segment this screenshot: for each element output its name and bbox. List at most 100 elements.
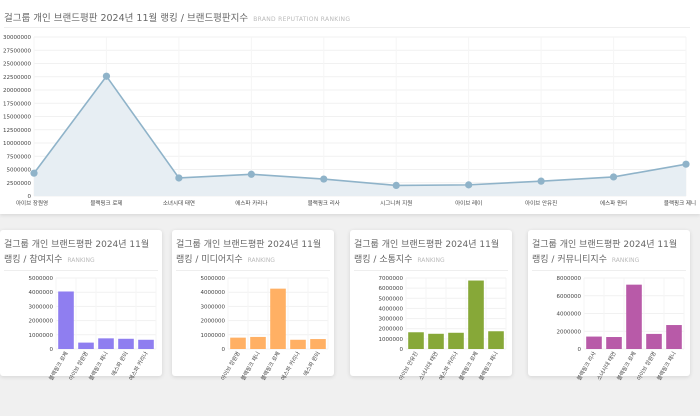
y-tick-label: 17500000 <box>3 101 31 107</box>
y-tick-label: 3000000 <box>379 317 404 323</box>
bar <box>118 338 134 349</box>
x-tick-label: 아이브 장원영 <box>219 350 242 382</box>
data-point <box>682 160 690 168</box>
x-tick-label: 소녀시대 태연 <box>417 350 440 382</box>
x-tick-label: 아이브 레이 <box>455 199 482 207</box>
bar <box>646 333 662 349</box>
data-point <box>465 181 473 189</box>
y-tick-label: 1000000 <box>201 333 226 339</box>
bar <box>666 325 682 349</box>
y-tick-label: 4000000 <box>557 312 582 318</box>
x-tick-label: 블랙핑크 제니 <box>87 350 110 382</box>
x-tick-label: 블랙핑크 로제 <box>90 199 122 207</box>
bar <box>78 342 94 349</box>
data-point <box>102 72 111 80</box>
y-tick-label: 4000000 <box>201 290 226 296</box>
y-tick-label: 5000000 <box>29 276 54 282</box>
x-tick-label: 블랙핑크 로제 <box>457 350 480 382</box>
x-tick-label: 블랙핑크 리사 <box>575 350 598 382</box>
y-tick-label: 2000000 <box>29 319 54 325</box>
bar <box>408 332 424 349</box>
bar <box>468 280 484 349</box>
y-tick-label: 5000000 <box>379 296 404 302</box>
bar <box>586 336 602 349</box>
x-tick-label: 시그니처 지원 <box>380 199 412 207</box>
communication-bar-chart: 0 1000000 2000000 3000000 4000000 5000000 6000… <box>379 276 507 382</box>
bar <box>448 332 464 349</box>
y-tick-label: 7500000 <box>7 154 32 160</box>
x-tick-label: 아이브 장원영 <box>67 350 90 382</box>
x-tick-label: 아이브 장원영 <box>635 350 658 382</box>
x-tick-label: 에스파 카리나 <box>279 350 302 382</box>
x-tick-label: 블랙핑크 로제 <box>259 350 282 382</box>
y-tick-label: 6000000 <box>379 286 404 292</box>
x-tick-label: 아이브 장원영 <box>16 199 48 207</box>
y-tick-label: 5000000 <box>7 168 32 174</box>
y-tick-label: 27500000 <box>3 48 31 54</box>
y-tick-label: 4000000 <box>379 306 404 312</box>
y-tick-label: 22500000 <box>3 75 31 81</box>
participation-card: 걸그룹 개인 브랜드평판 2024년 11월 랭킹 / 참여지수 RANKING… <box>0 230 162 382</box>
bar <box>488 331 504 349</box>
bar <box>138 339 154 349</box>
y-tick-label: 7000000 <box>379 276 404 282</box>
bar <box>230 337 246 349</box>
community-bar-chart: 0 2000000 4000000 6000000 8000000 블랙핑크 리사소녀시대… <box>557 276 685 382</box>
y-tick-label: 2000000 <box>201 319 226 325</box>
data-point <box>392 181 400 189</box>
data-point <box>247 170 255 178</box>
y-tick-label: 25000000 <box>3 62 31 68</box>
bar <box>98 338 114 349</box>
y-tick-label: 1000000 <box>379 337 404 343</box>
bar <box>290 339 306 349</box>
y-tick-label: 2500000 <box>7 181 32 187</box>
x-tick-label: 블랙핑크 제니 <box>477 350 500 382</box>
x-tick-label: 에스파 카리나 <box>127 350 150 382</box>
data-point <box>30 169 38 177</box>
brand-reputation-area-chart: 0 2500000 5000000 7500000 10000000 12500000 15… <box>3 35 696 207</box>
x-tick-label: 소녀시대 태연 <box>595 350 618 382</box>
y-tick-label: 2000000 <box>379 327 404 333</box>
data-point <box>175 174 183 182</box>
x-tick-label: 에스파 윈터 <box>109 350 129 377</box>
x-tick-label: 소녀시대 태연 <box>163 199 195 207</box>
x-tick-label: 블랙핑크 로제 <box>47 350 70 382</box>
x-tick-label: 블랙핑크 리사 <box>308 199 340 207</box>
participation-bar-chart: 0 1000000 2000000 3000000 4000000 5000000 블랙핑크… <box>29 276 157 382</box>
bar <box>626 284 642 349</box>
data-point <box>537 177 545 185</box>
brand-reputation-card: 걸그룹 개인 브랜드평판 2024년 11월 랭킹 / 브랜드평판지수 BRAN… <box>0 0 700 214</box>
bar <box>310 339 326 349</box>
x-tick-label: 에스파 윈터 <box>600 199 627 207</box>
y-tick-label: 2000000 <box>557 329 582 335</box>
y-tick-label: 0 <box>28 194 32 200</box>
media-bar-chart: 0 1000000 2000000 3000000 4000000 5000000 아이브 … <box>201 276 329 382</box>
bar <box>606 337 622 349</box>
y-tick-label: 5000000 <box>201 276 226 282</box>
bar <box>250 336 266 349</box>
x-tick-label: 블랙핑크 제니 <box>239 350 262 382</box>
community-card: 걸그룹 개인 브랜드평판 2024년 11월 랭킹 / 커뮤니티지수 RANKI… <box>528 230 690 382</box>
y-tick-label: 0 <box>578 347 582 353</box>
y-tick-label: 6000000 <box>557 294 582 300</box>
communication-card: 걸그룹 개인 브랜드평판 2024년 11월 랭킹 / 소통지수 RANKING… <box>350 230 512 382</box>
x-tick-label: 에스파 윈터 <box>301 350 321 377</box>
y-tick-label: 3000000 <box>201 304 226 310</box>
x-tick-label: 블랙핑크 로제 <box>615 350 638 382</box>
x-tick-label: 에스파 카리나 <box>437 350 460 382</box>
y-tick-label: 1000000 <box>29 333 54 339</box>
y-tick-label: 0 <box>50 347 54 353</box>
y-tick-label: 0 <box>222 347 226 353</box>
y-tick-label: 15000000 <box>3 115 31 121</box>
y-tick-label: 30000000 <box>3 35 31 41</box>
y-tick-label: 12500000 <box>3 128 31 134</box>
y-tick-label: 4000000 <box>29 290 54 296</box>
y-tick-label: 20000000 <box>3 88 31 94</box>
x-tick-label: 블랙핑크 제니 <box>664 199 696 207</box>
y-tick-label: 0 <box>400 347 404 353</box>
bar <box>428 333 444 349</box>
data-point <box>609 173 618 181</box>
data-point <box>320 175 328 183</box>
x-tick-label: 에스파 카리나 <box>235 199 267 207</box>
y-tick-label: 10000000 <box>3 141 31 147</box>
